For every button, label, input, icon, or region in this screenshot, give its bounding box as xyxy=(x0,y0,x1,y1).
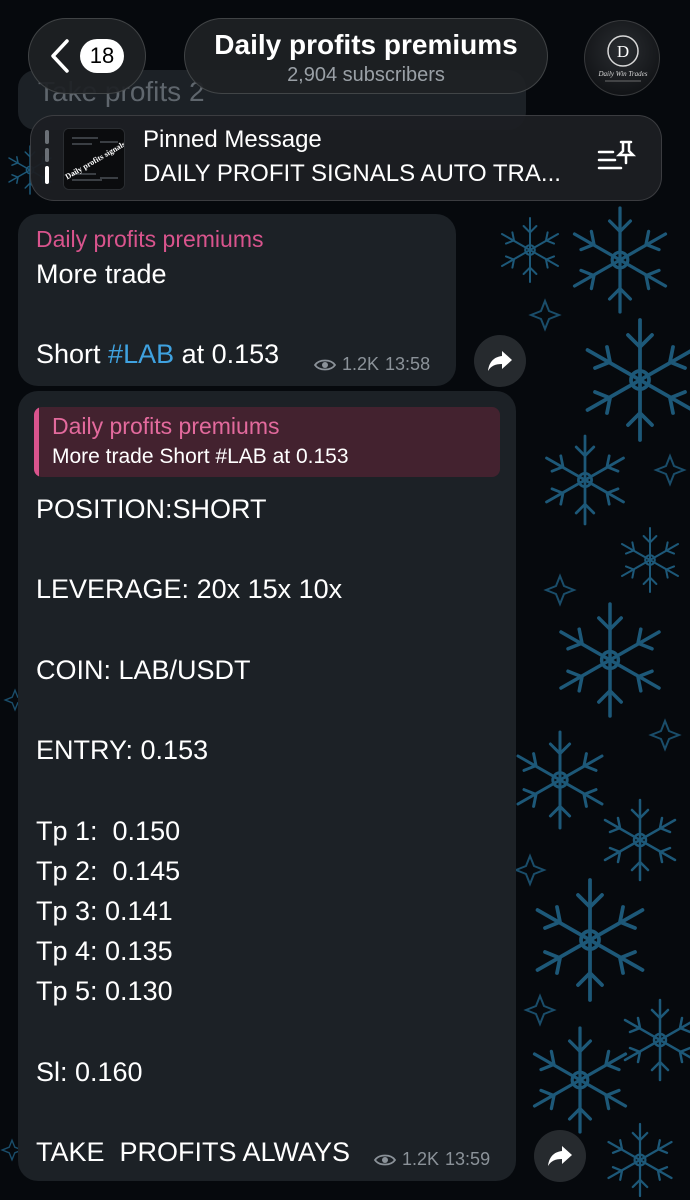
reply-sender: Daily profits premiums xyxy=(52,413,280,439)
message-sender: Daily profits premiums xyxy=(36,226,264,252)
message-text-line: Tp 1: 0.150 xyxy=(36,815,181,846)
message-time: 13:59 xyxy=(445,1149,491,1169)
message-meta: 1.2K 13:59 xyxy=(374,1149,490,1170)
message-text-line: LEVERAGE: 20x 15x 10x xyxy=(36,574,343,605)
message-text-line: TAKE PROFITS ALWAYS xyxy=(36,1137,351,1168)
view-count: 1.2K xyxy=(342,354,380,374)
forward-button[interactable] xyxy=(474,335,526,387)
message-bubble[interactable]: Daily profits premiums More trade Short … xyxy=(18,391,516,1181)
message-text-line: Tp 3: 0.141 xyxy=(36,896,173,926)
message-bubble[interactable]: Daily profits premiums More trade Short … xyxy=(18,214,456,386)
pinned-list-icon[interactable] xyxy=(597,138,637,178)
message-meta: 1.2K 13:58 xyxy=(314,354,430,375)
channel-logo: D Daily Win Trades xyxy=(597,35,648,82)
forward-icon xyxy=(548,1146,572,1166)
message-time: 13:58 xyxy=(385,354,431,374)
reply-text: More trade Short #LAB at 0.153 xyxy=(52,445,349,468)
message-text-line: Tp 5: 0.130 xyxy=(36,976,173,1007)
view-count: 1.2K xyxy=(402,1149,440,1169)
message-text-line: Short #LAB at 0.153 xyxy=(36,339,280,369)
eye-icon xyxy=(314,359,336,370)
pinned-thumbnail: Daily profits signals xyxy=(63,128,125,190)
subscriber-count: 2,904 subscribers xyxy=(287,64,445,86)
message-text-line: COIN: LAB/USDT xyxy=(36,654,251,685)
message-text-line: Tp 2: 0.145 xyxy=(36,855,181,886)
channel-avatar[interactable]: D Daily Win Trades xyxy=(584,20,660,96)
message-text-line: POSITION:SHORT xyxy=(36,494,267,524)
forward-button[interactable] xyxy=(534,1130,586,1182)
unread-count-badge: 18 xyxy=(80,39,124,73)
pinned-index-indicator xyxy=(45,130,51,188)
message-text-line: More trade xyxy=(36,259,167,289)
eye-icon xyxy=(374,1154,396,1165)
back-button[interactable]: 18 xyxy=(28,18,146,94)
chat-header: 18 Daily profits premiums 2,904 subscrib… xyxy=(0,0,690,110)
hashtag-link[interactable]: #LAB xyxy=(108,339,174,369)
pinned-text: DAILY PROFIT SIGNALS AUTO TRA... xyxy=(143,160,561,187)
forward-icon xyxy=(488,351,512,371)
message-text-line: Tp 4: 0.135 xyxy=(36,936,173,967)
pinned-message-bar[interactable]: Daily profits signals Pinned Message DAI… xyxy=(30,115,662,201)
chat-title-pill[interactable]: Daily profits premiums 2,904 subscribers xyxy=(184,18,548,94)
message-text-line: ENTRY: 0.153 xyxy=(36,735,209,766)
svg-text:D: D xyxy=(617,42,629,61)
reply-preview[interactable]: Daily profits premiums More trade Short … xyxy=(34,407,500,477)
chat-title: Daily profits premiums xyxy=(214,29,518,60)
svg-text:Daily Win Trades: Daily Win Trades xyxy=(597,70,647,78)
pinned-title: Pinned Message xyxy=(143,126,322,153)
message-text-line: Sl: 0.160 xyxy=(36,1056,143,1087)
back-chevron-icon xyxy=(51,39,69,73)
